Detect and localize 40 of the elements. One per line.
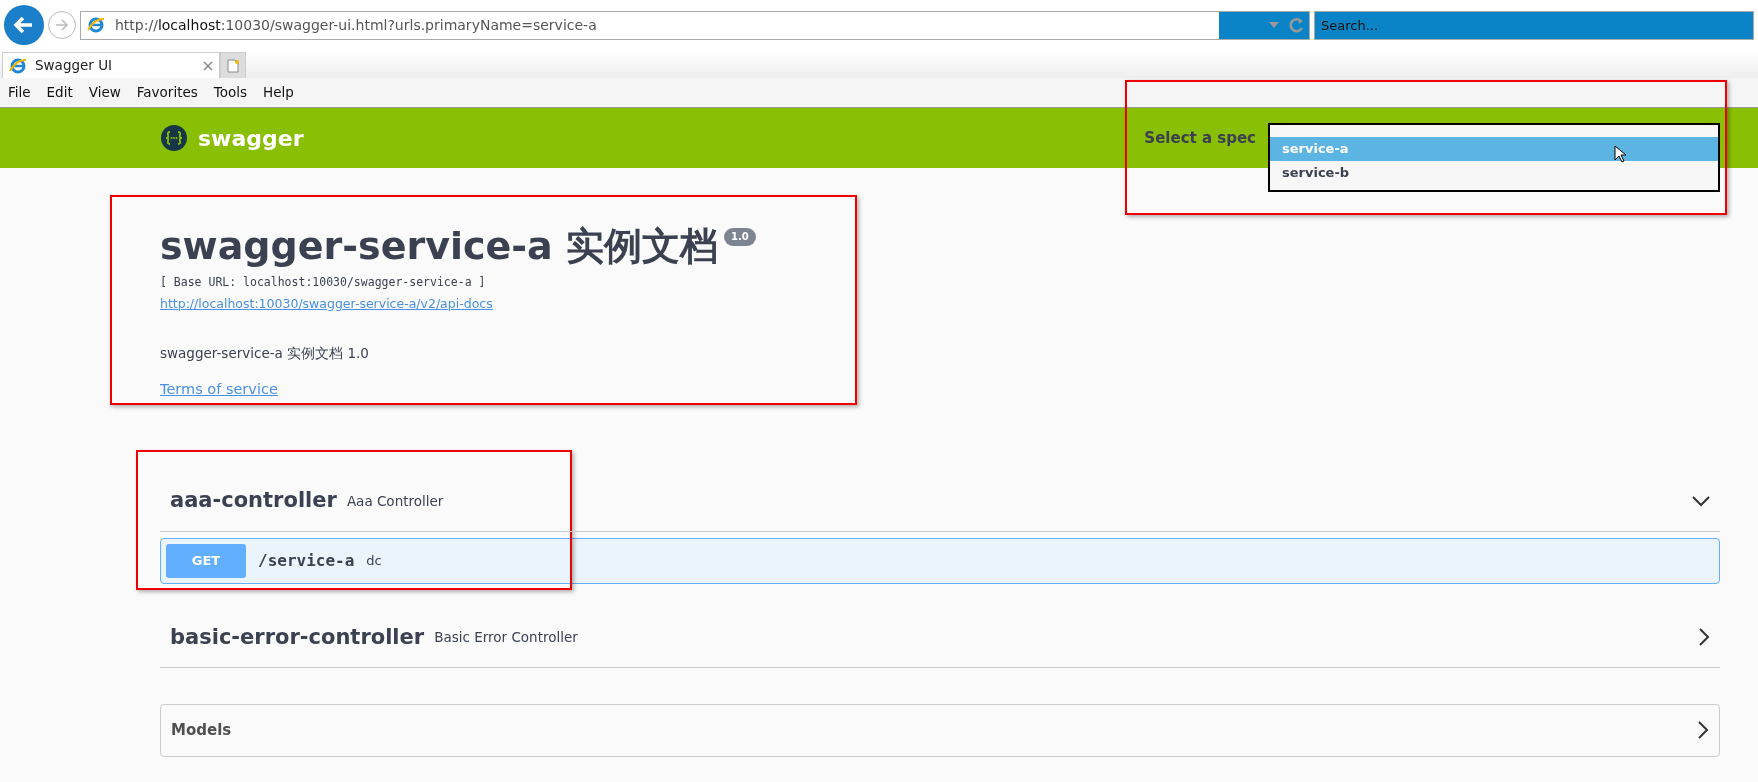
browser-page-icon xyxy=(9,56,27,75)
forward-arrow-icon xyxy=(54,17,70,33)
back-button[interactable] xyxy=(4,5,44,45)
search-field[interactable]: Search... xyxy=(1314,10,1754,40)
swagger-logo-icon xyxy=(160,124,188,152)
chevron-right-icon[interactable] xyxy=(1697,721,1709,740)
menu-item[interactable]: Favorites xyxy=(128,82,206,103)
menu-item[interactable]: File xyxy=(0,82,39,103)
tag-description: Aaa Controller xyxy=(346,491,444,511)
operation-path: /service-a xyxy=(258,549,355,572)
menu-item[interactable]: Edit xyxy=(38,82,81,103)
close-icon[interactable] xyxy=(203,60,213,71)
version-badge: 1.0 xyxy=(723,228,756,246)
chevron-right-icon[interactable] xyxy=(1698,628,1710,647)
chevron-down-icon[interactable] xyxy=(1692,494,1710,507)
menu-item[interactable]: Help xyxy=(255,82,302,103)
browser-page-icon xyxy=(87,16,105,34)
address-url: http://localhost:10030/swagger-ui.html?urls.primaryName=service-a xyxy=(115,15,597,35)
spec-option[interactable]: service-b xyxy=(1270,160,1718,184)
menu-item[interactable]: Tools xyxy=(205,82,256,103)
tag-name: aaa-controller xyxy=(170,487,337,515)
forward-button[interactable] xyxy=(48,11,76,39)
api-description: swagger-service-a 实例文档 1.0 xyxy=(160,343,370,363)
tag-header[interactable]: aaa-controller Aaa Controller xyxy=(160,467,1720,532)
models-title: Models xyxy=(171,720,232,742)
new-tab-icon xyxy=(227,58,239,73)
tag-description: Basic Error Controller xyxy=(434,628,578,648)
mouse-cursor-icon xyxy=(1614,145,1626,163)
operation-row[interactable]: GET /service-a dc xyxy=(160,537,1720,584)
spec-label: Select a spec xyxy=(1144,127,1256,149)
logo-text: swagger xyxy=(198,124,304,153)
new-tab-button[interactable] xyxy=(220,52,246,78)
tag-name: basic-error-controller xyxy=(170,623,425,651)
api-title: swagger-service-a 实例文档 xyxy=(160,224,718,270)
base-url: [ Base URL: localhost:10030/swagger-service-a ] xyxy=(160,273,487,291)
models-section[interactable]: Models xyxy=(160,704,1720,757)
browser-tab[interactable]: Swagger UI xyxy=(2,52,220,78)
menu-item[interactable]: View xyxy=(80,82,129,103)
operation-summary: dc xyxy=(366,551,382,570)
tag-header[interactable]: basic-error-controller Basic Error Controller xyxy=(160,603,1720,669)
